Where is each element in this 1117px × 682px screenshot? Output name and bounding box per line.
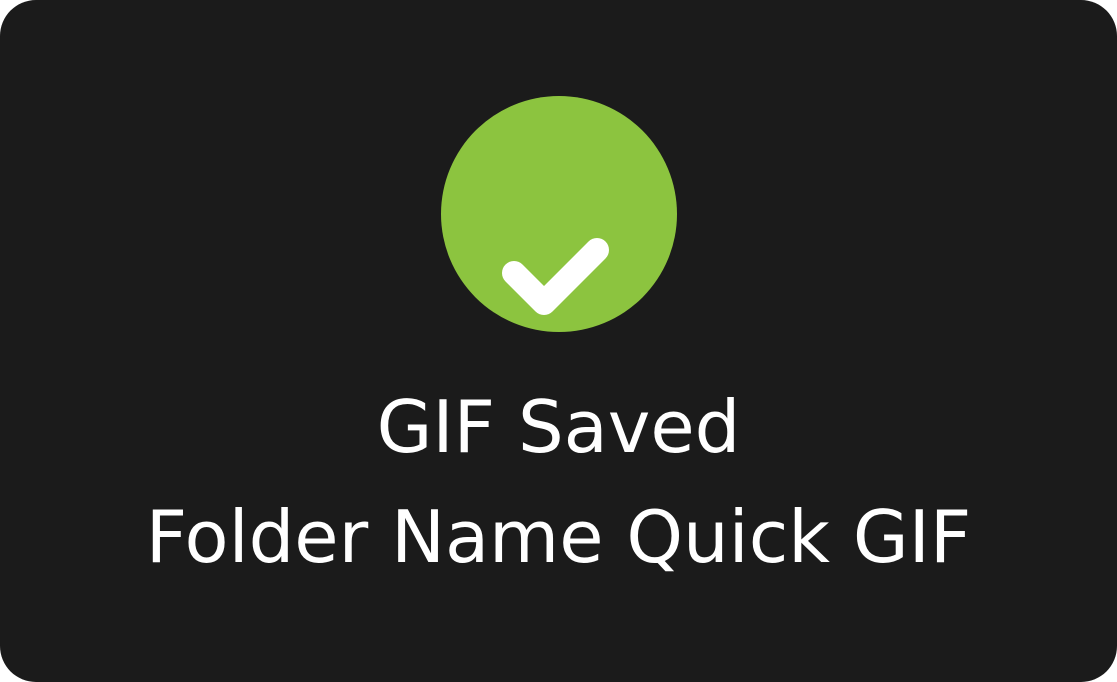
toast-title: GIF Saved (376, 385, 741, 469)
checkmark-circle-icon (441, 96, 677, 332)
checkmark-icon (502, 238, 609, 315)
gif-saved-toast: GIF Saved Folder Name Quick GIF (0, 0, 1117, 682)
toast-subtitle: Folder Name Quick GIF (145, 495, 972, 579)
